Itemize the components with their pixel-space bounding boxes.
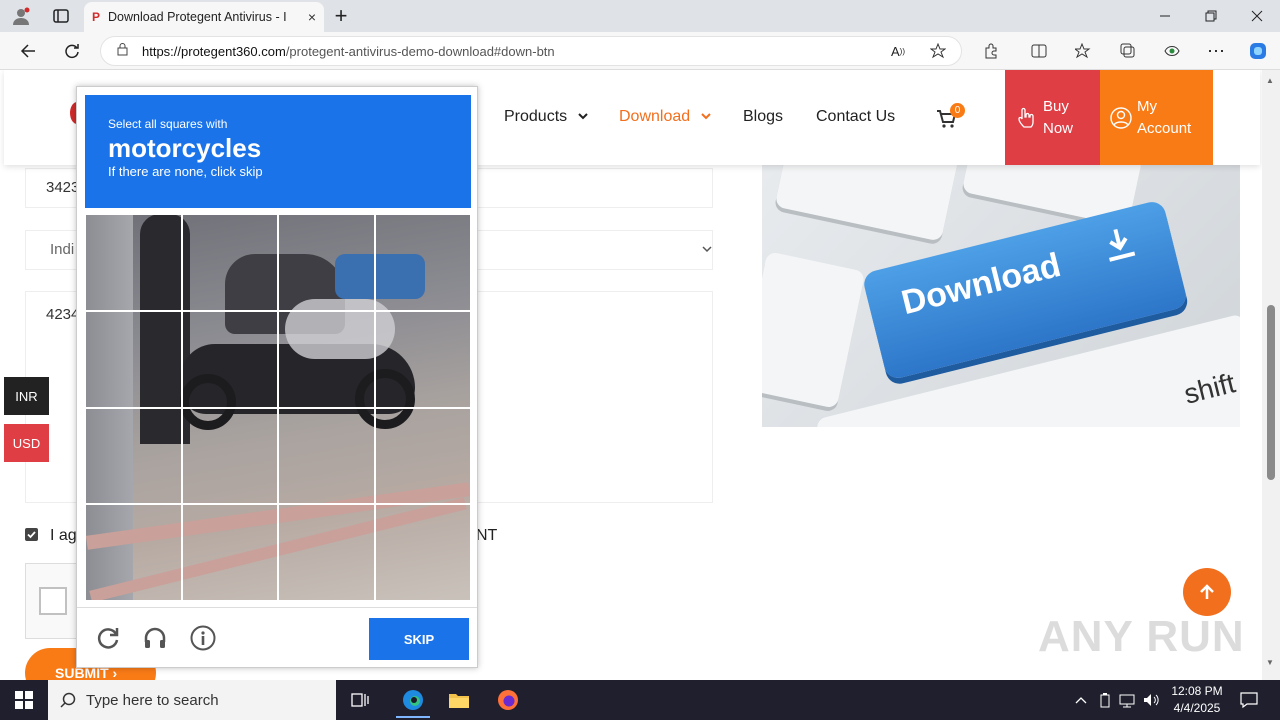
agree-text-suffix: NT [476, 527, 498, 544]
profile-icon[interactable] [6, 1, 36, 31]
volume-icon[interactable] [1136, 686, 1166, 714]
country-select-value: Indi [50, 241, 75, 258]
captcha-instruction: Select all squares with [108, 117, 228, 131]
nav-products[interactable]: Products [504, 108, 588, 126]
hcaptcha-challenge: Select all squares with motorcycles If t… [76, 86, 478, 668]
captcha-tile-11[interactable] [278, 407, 375, 505]
split-screen-icon[interactable] [1024, 36, 1054, 66]
restore-icon[interactable] [1196, 1, 1226, 31]
new-tab-icon[interactable]: + [326, 1, 356, 31]
captcha-hint: If there are none, click skip [108, 164, 263, 179]
task-view-icon[interactable] [345, 686, 375, 714]
url-path: /protegent-antivirus-demo-download#down-… [285, 43, 555, 59]
favorite-star-icon[interactable] [923, 36, 953, 66]
extensions-icon[interactable] [976, 36, 1006, 66]
anyrun-watermark: ANY RUN [1038, 612, 1245, 661]
search-placeholder: Type here to search [86, 691, 219, 709]
hand-pointer-icon [1018, 107, 1034, 128]
address-bar[interactable]: https://protegent360.com/protegent-antiv… [100, 36, 962, 66]
scrollbar-thumb[interactable] [1267, 305, 1275, 480]
close-window-icon[interactable] [1242, 1, 1272, 31]
captcha-prompt: Select all squares with motorcycles If t… [85, 95, 471, 208]
buy-now-button[interactable]: Buy Now [1005, 70, 1100, 165]
tab-title: Download Protegent Antivirus - I [108, 10, 287, 24]
captcha-tile-2[interactable] [181, 214, 278, 311]
tab-actions-icon[interactable] [46, 1, 76, 31]
captcha-tile-15[interactable] [278, 504, 375, 601]
reload-icon[interactable] [95, 625, 121, 651]
settings-more-icon[interactable]: ⋯ [1201, 36, 1231, 66]
favorites-icon[interactable] [1068, 36, 1098, 66]
info-icon[interactable] [190, 625, 216, 651]
agree-text: I ag [50, 527, 77, 544]
tab-protegent[interactable]: P Download Protegent Antivirus - I × [84, 2, 324, 32]
message-value: 4234 [46, 306, 80, 323]
file-explorer-icon[interactable] [444, 686, 474, 714]
audio-headphones-icon[interactable] [142, 625, 168, 651]
captcha-tile-3[interactable] [278, 214, 375, 311]
chevron-down-icon [577, 113, 588, 120]
taskbar-search[interactable]: Type here to search [48, 680, 336, 720]
captcha-tile-7[interactable] [278, 310, 375, 408]
back-icon[interactable] [13, 36, 43, 66]
collections-icon[interactable] [1113, 36, 1143, 66]
captcha-target: motorcycles [108, 133, 262, 163]
chevron-down-icon [700, 113, 711, 120]
recaptcha-checkbox[interactable] [39, 587, 67, 615]
browser-tab-bar: P Download Protegent Antivirus - I × + [0, 0, 1280, 32]
captcha-tile-5[interactable] [85, 310, 182, 408]
captcha-tile-12[interactable] [374, 407, 471, 505]
read-aloud-icon[interactable]: A)) [883, 36, 913, 66]
captcha-image-grid [85, 214, 471, 601]
minimize-icon[interactable] [1150, 1, 1180, 31]
url-host: https://protegent360.com [142, 43, 286, 59]
cart-count-badge: 0 [950, 103, 965, 118]
arrow-up-icon [1200, 584, 1214, 599]
captcha-tile-8[interactable] [374, 310, 471, 408]
close-tab-icon[interactable]: × [308, 9, 316, 25]
captcha-tile-16[interactable] [374, 504, 471, 601]
browser-essentials-icon[interactable] [1157, 36, 1187, 66]
page-scrollbar[interactable]: ▲ ▼ [1262, 70, 1280, 680]
buy-now-line2: Now [1043, 120, 1074, 137]
search-icon [60, 692, 76, 708]
nav-download[interactable]: Download [619, 108, 711, 126]
clock-time: 12:08 PM [1171, 684, 1223, 698]
windows-taskbar: Type here to search 12:08 PM 4/4/2025 [0, 680, 1280, 720]
windows-start-icon[interactable] [9, 686, 39, 714]
agree-checkbox[interactable] [25, 528, 38, 541]
refresh-icon[interactable] [57, 36, 87, 66]
lock-icon [117, 43, 128, 59]
captcha-tile-6[interactable] [181, 310, 278, 408]
nav-contact-us[interactable]: Contact Us [816, 108, 895, 126]
currency-usd-button[interactable]: USD [4, 424, 49, 462]
protegent-favicon-icon: P [92, 10, 101, 24]
edge-taskbar-icon[interactable] [396, 684, 430, 718]
my-account-line2: Account [1137, 120, 1192, 137]
captcha-tile-1[interactable] [85, 214, 182, 311]
copilot-icon[interactable] [1243, 36, 1273, 66]
captcha-footer: SKIP [77, 607, 477, 667]
scroll-to-top-button[interactable] [1183, 568, 1231, 616]
skip-button[interactable]: SKIP [369, 618, 469, 660]
download-keyboard-image: Download shift [762, 165, 1240, 427]
notifications-icon[interactable] [1234, 686, 1264, 714]
captcha-tile-13[interactable] [85, 504, 182, 601]
captcha-tile-9[interactable] [85, 407, 182, 505]
my-account-line1: My [1137, 98, 1157, 115]
chevron-down-icon [702, 246, 712, 253]
currency-inr-button[interactable]: INR [4, 377, 49, 415]
clock-date: 4/4/2025 [1173, 701, 1221, 715]
buy-now-line1: Buy [1043, 98, 1069, 115]
firefox-icon[interactable] [493, 686, 523, 714]
user-circle-icon [1110, 107, 1132, 129]
captcha-tile-10[interactable] [181, 407, 278, 505]
nav-blogs[interactable]: Blogs [743, 108, 783, 126]
captcha-tile-4[interactable] [374, 214, 471, 311]
captcha-tile-14[interactable] [181, 504, 278, 601]
browser-toolbar: https://protegent360.com/protegent-antiv… [0, 32, 1280, 70]
my-account-button[interactable]: My Account [1100, 70, 1213, 165]
taskbar-clock[interactable]: 12:08 PM 4/4/2025 [1166, 683, 1228, 717]
